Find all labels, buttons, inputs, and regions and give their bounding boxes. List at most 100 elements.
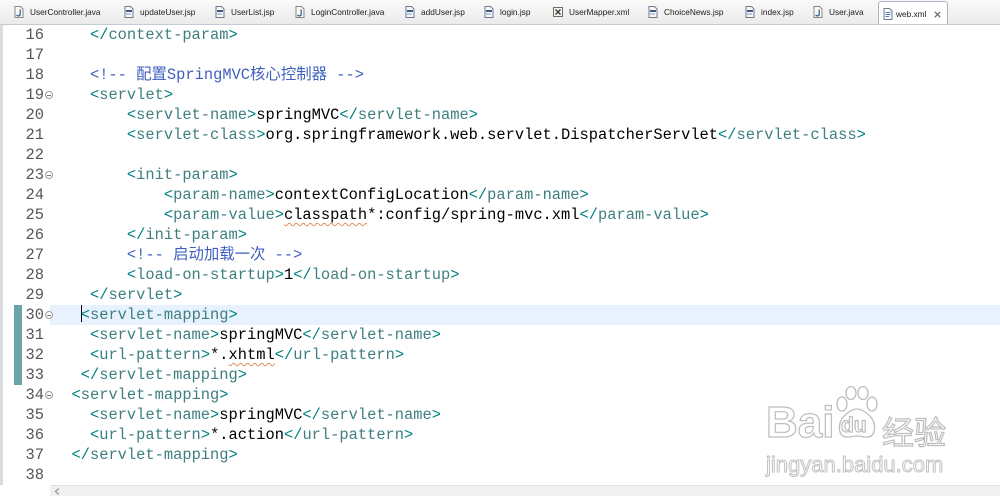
- tab-web-xml-active[interactable]: web.xml: [878, 1, 948, 24]
- tag-delimiter: <: [126, 166, 137, 184]
- web-xml-file-icon: [883, 8, 893, 20]
- editor-line[interactable]: 20 <servlet-name>springMVC</servlet-name…: [0, 105, 1000, 125]
- fold-collapse-icon[interactable]: [45, 391, 53, 399]
- tab-choicenews-jsp[interactable]: ChoiceNews.jsp: [642, 0, 739, 24]
- tab-logincontroller-java[interactable]: LoginController.java: [289, 0, 399, 24]
- element-text: *.action: [210, 426, 284, 444]
- tab-login-jsp[interactable]: login.jsp: [478, 0, 547, 24]
- element-text: *.: [210, 346, 229, 364]
- line-code[interactable]: <!-- 启动加载一次 -->: [53, 245, 302, 265]
- line-number: 22: [25, 146, 44, 164]
- close-icon[interactable]: [934, 10, 942, 18]
- tag-name: init-param: [136, 166, 229, 184]
- editor-line[interactable]: 37 </servlet-mapping>: [0, 445, 1000, 465]
- tag-delimiter: </: [302, 326, 321, 344]
- editor-line[interactable]: 30 <servlet-mapping>: [0, 305, 1000, 325]
- tab-userlist-jsp[interactable]: UserList.jsp: [209, 0, 289, 24]
- editor-line[interactable]: 28 <load-on-startup>1</load-on-startup>: [0, 265, 1000, 285]
- editor-line[interactable]: 24 <param-name>contextConfigLocation</pa…: [0, 185, 1000, 205]
- editor-line[interactable]: 16 </context-param>: [0, 25, 1000, 45]
- line-code[interactable]: <init-param>: [53, 165, 238, 185]
- element-text: contextConfigLocation: [274, 186, 469, 204]
- code-lines[interactable]: 16 </context-param> 17 18 <!-- 配置SpringMVC…: [0, 25, 1000, 485]
- tag-name: url-pattern: [293, 346, 395, 364]
- tag-name: load-on-startup: [311, 266, 451, 284]
- tag-name: context-param: [108, 26, 229, 44]
- editor-line[interactable]: 29 </servlet>: [0, 285, 1000, 305]
- tag-delimiter: </: [718, 126, 737, 144]
- line-code[interactable]: <servlet-name>springMVC</servlet-name>: [53, 105, 478, 125]
- editor-line[interactable]: 35 <servlet-name>springMVC</servlet-name…: [0, 405, 1000, 425]
- tab-updateuser-jsp[interactable]: updateUser.jsp: [118, 0, 209, 24]
- tag-delimiter: </: [579, 206, 598, 224]
- editor-line[interactable]: 17: [0, 45, 1000, 65]
- editor-line[interactable]: 38: [0, 465, 1000, 485]
- tab-adduser-jsp[interactable]: addUser.jsp: [399, 0, 478, 24]
- tag-delimiter: </: [293, 266, 312, 284]
- editor-line[interactable]: 25 <param-value>classpath*:config/spring…: [0, 205, 1000, 225]
- fold-collapse-icon[interactable]: [45, 171, 53, 179]
- line-code[interactable]: <!-- 配置SpringMVC核心控制器 -->: [53, 65, 364, 85]
- tab-label: UserList.jsp: [231, 7, 275, 17]
- tab-usermapper-xml[interactable]: UserMapper.xml: [547, 0, 642, 24]
- editor-line[interactable]: 22: [0, 145, 1000, 165]
- editor-line[interactable]: 34 <servlet-mapping>: [0, 385, 1000, 405]
- editor-line[interactable]: 23 <init-param>: [0, 165, 1000, 185]
- line-code[interactable]: <servlet-name>springMVC</servlet-name>: [53, 325, 441, 345]
- editor-line[interactable]: 36 <url-pattern>*.action</url-pattern>: [0, 425, 1000, 445]
- tag-delimiter: >: [579, 186, 589, 204]
- line-code[interactable]: <servlet-mapping>: [53, 385, 228, 405]
- editor-line[interactable]: 26 </init-param>: [0, 225, 1000, 245]
- editor-line[interactable]: 27 <!-- 启动加载一次 -->: [0, 245, 1000, 265]
- line-code[interactable]: </context-param>: [53, 25, 238, 45]
- tab-index-jsp[interactable]: index.jsp: [739, 0, 807, 24]
- scroll-left-arrow-icon[interactable]: [54, 488, 60, 495]
- tab-user-java[interactable]: User.java: [807, 0, 878, 24]
- line-code[interactable]: <servlet-name>springMVC</servlet-name>: [53, 405, 441, 425]
- tag-name: servlet-name: [320, 406, 432, 424]
- line-code[interactable]: </servlet>: [53, 285, 182, 305]
- tag-delimiter: </: [468, 186, 488, 204]
- tag-delimiter: >: [699, 206, 709, 224]
- line-code[interactable]: <param-name>contextConfigLocation</param…: [53, 185, 589, 205]
- line-code[interactable]: <param-value>classpath*:config/spring-mv…: [53, 205, 709, 225]
- editor-line[interactable]: 21 <servlet-class>org.springframework.we…: [0, 125, 1000, 145]
- line-code[interactable]: <url-pattern>*.action</url-pattern>: [53, 425, 413, 445]
- tag-delimiter: >: [237, 226, 247, 244]
- line-code[interactable]: </servlet-mapping>: [53, 445, 237, 465]
- line-code[interactable]: <servlet-mapping>: [53, 305, 238, 325]
- fold-collapse-icon[interactable]: [45, 311, 53, 319]
- java-file-icon: [813, 6, 823, 18]
- tag-delimiter: <: [126, 126, 137, 144]
- tag-delimiter: <: [163, 206, 174, 224]
- line-code[interactable]: <url-pattern>*.xhtml</url-pattern>: [53, 345, 404, 365]
- horizontal-scrollbar[interactable]: [50, 485, 1000, 496]
- tag-delimiter: <: [89, 426, 100, 444]
- tag-delimiter: >: [210, 326, 220, 344]
- editor-line[interactable]: 32 <url-pattern>*.xhtml</url-pattern>: [0, 345, 1000, 365]
- editor-tab-bar: UserController.java updateUser.jsp UserL…: [0, 0, 1000, 25]
- tag-delimiter: >: [274, 206, 284, 224]
- tag-delimiter: >: [210, 406, 220, 424]
- editor-line[interactable]: 31 <servlet-name>springMVC</servlet-name…: [0, 325, 1000, 345]
- editor-line[interactable]: 33 </servlet-mapping>: [0, 365, 1000, 385]
- tag-name: init-param: [145, 226, 238, 244]
- line-code[interactable]: <servlet>: [53, 85, 173, 105]
- tab-label: addUser.jsp: [421, 7, 465, 17]
- editor-line[interactable]: 18 <!-- 配置SpringMVC核心控制器 -->: [0, 65, 1000, 85]
- editor-line[interactable]: 19 <servlet>: [0, 85, 1000, 105]
- tag-delimiter: >: [228, 166, 238, 184]
- misspelled-word[interactable]: classpath: [284, 206, 367, 224]
- fold-collapse-icon[interactable]: [45, 91, 53, 99]
- tab-usercontroller-java[interactable]: UserController.java: [8, 0, 118, 24]
- code-editor[interactable]: 16 </context-param> 17 18 <!-- 配置SpringMVC…: [0, 25, 1000, 485]
- tag-name: servlet: [99, 86, 164, 104]
- tag-delimiter: </: [274, 346, 294, 364]
- line-code[interactable]: <servlet-class>org.springframework.web.s…: [53, 125, 866, 145]
- misspelled-word[interactable]: xhtml: [229, 346, 275, 364]
- line-code[interactable]: </init-param>: [53, 225, 247, 245]
- line-code[interactable]: </servlet-mapping>: [53, 365, 247, 385]
- tag-name: param-value: [598, 206, 700, 224]
- line-code[interactable]: <load-on-startup>1</load-on-startup>: [53, 265, 460, 285]
- tag-delimiter: <: [71, 386, 81, 404]
